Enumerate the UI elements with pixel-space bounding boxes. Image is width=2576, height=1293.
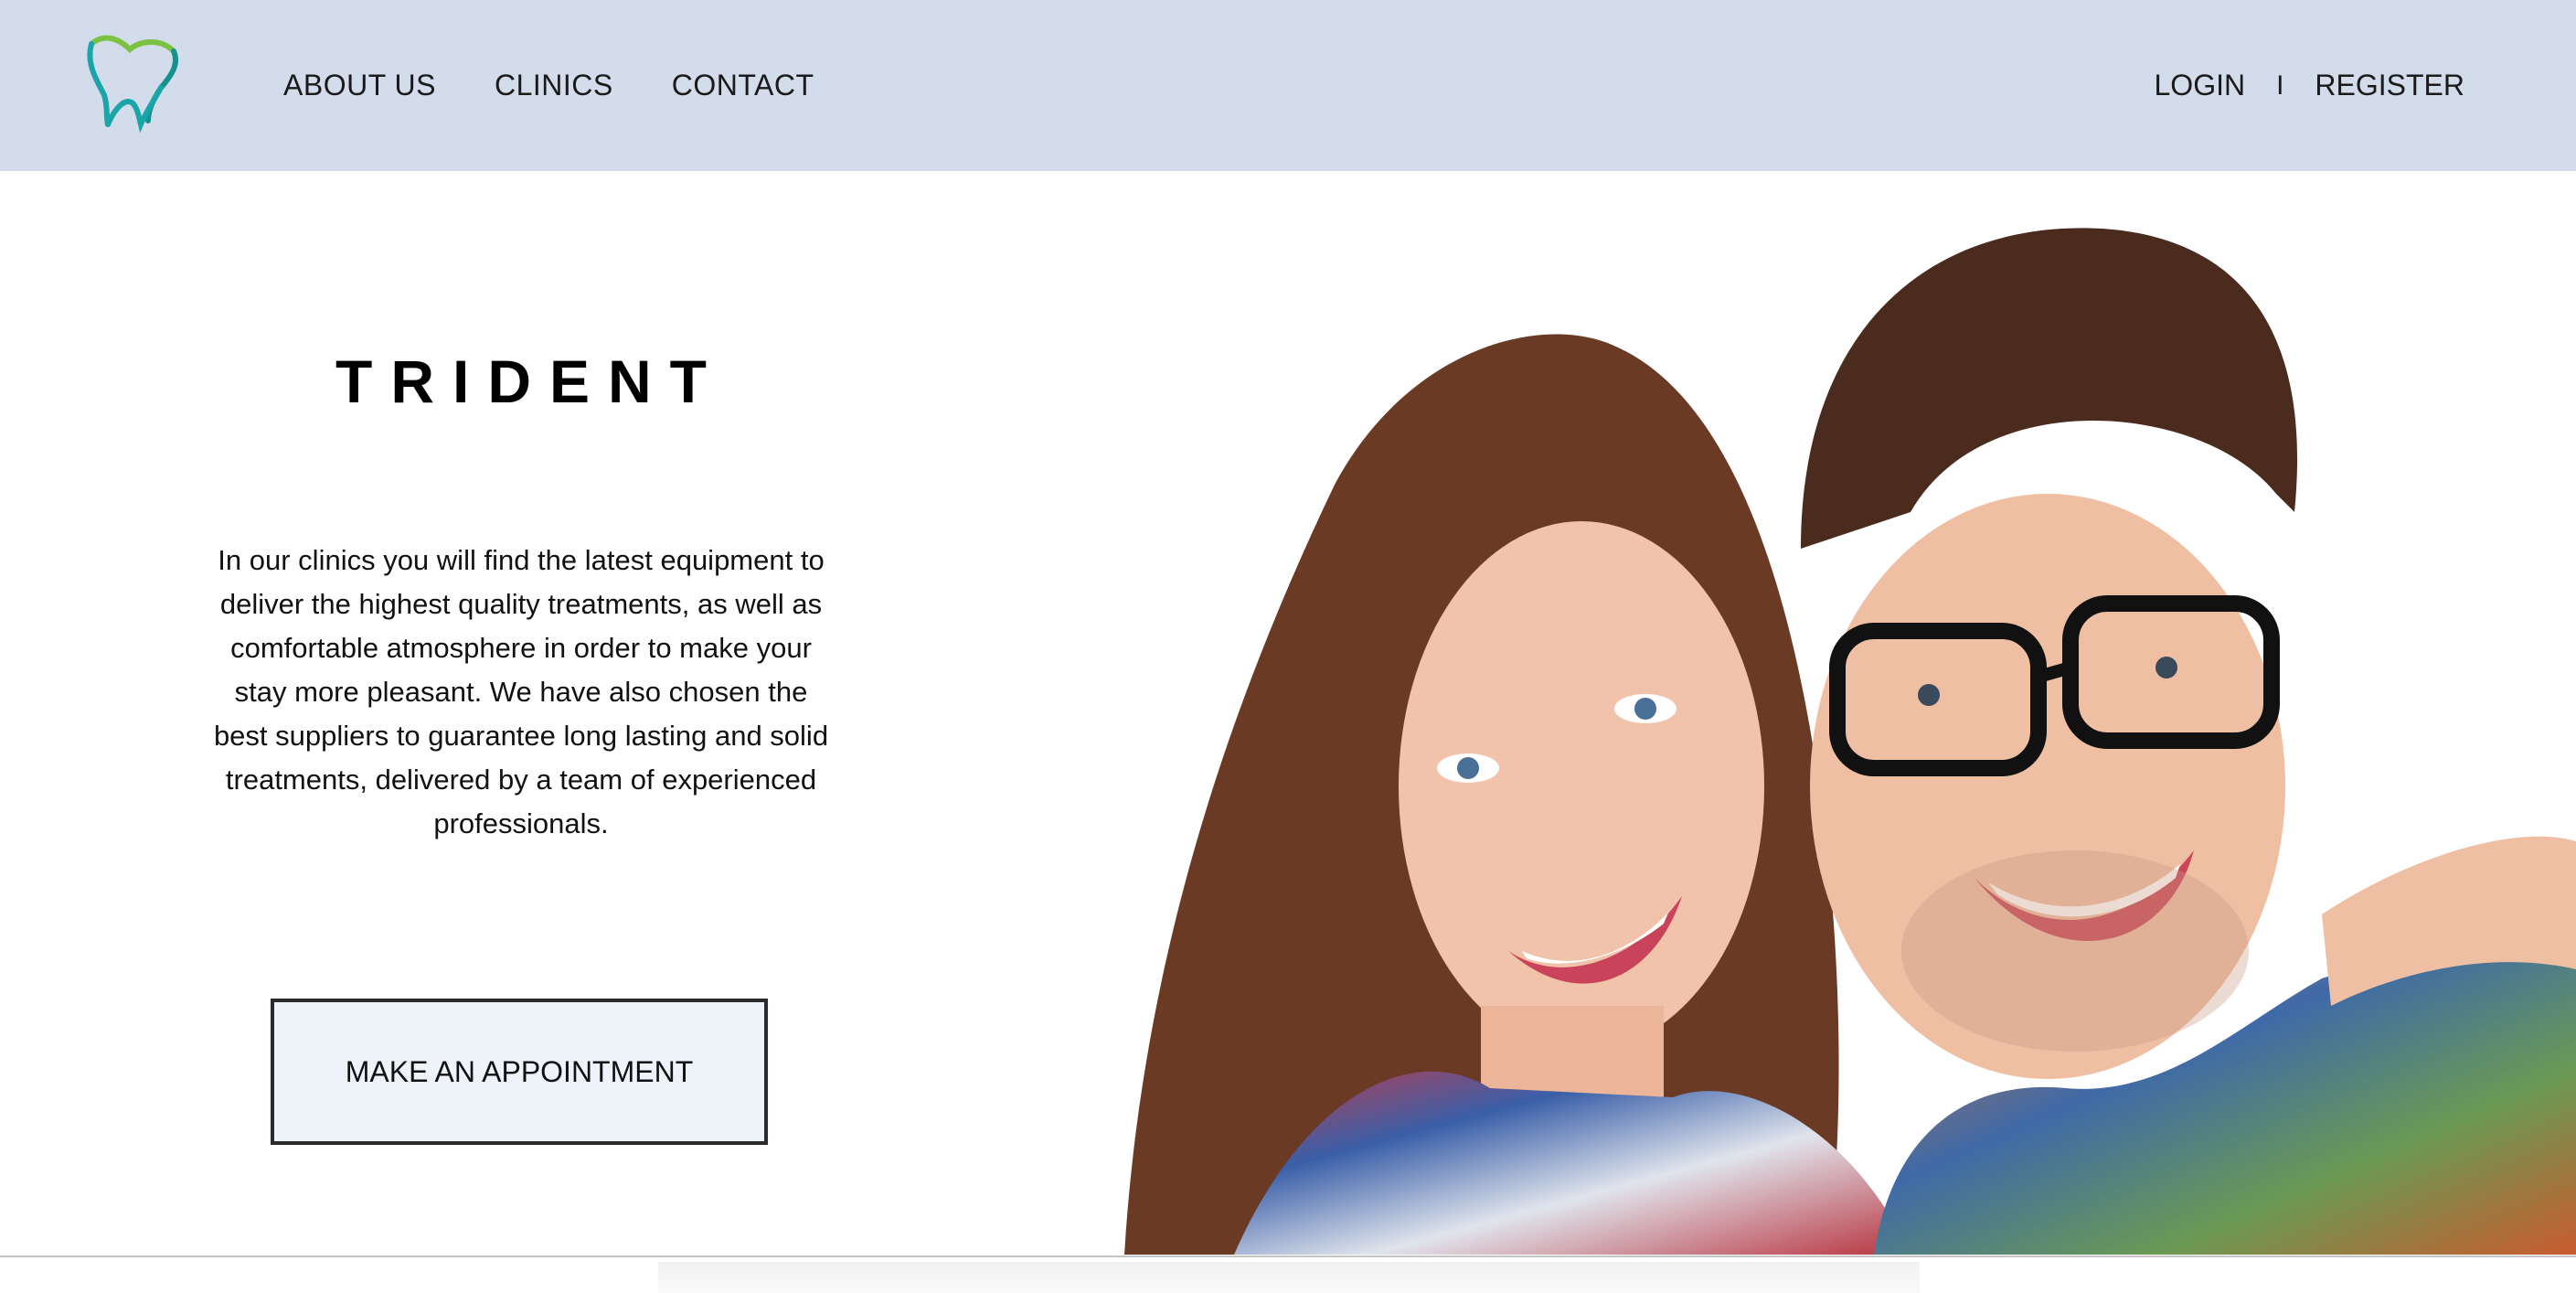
smiling-couple-image	[1124, 228, 2576, 1255]
brand-title: TRIDENT	[335, 347, 725, 415]
login-link[interactable]: LOGIN	[2155, 69, 2246, 102]
register-link[interactable]: REGISTER	[2315, 69, 2464, 102]
auth-separator: I	[2276, 69, 2284, 101]
main-nav: ABOUT US CLINICS CONTACT	[283, 0, 873, 171]
next-section-edge	[658, 1262, 1920, 1293]
auth-links: LOGIN I REGISTER	[2155, 0, 2465, 171]
hero-description: In our clinics you will find the latest …	[213, 544, 829, 839]
make-appointment-button[interactable]: MAKE AN APPOINTMENT	[271, 999, 768, 1145]
tooth-icon	[87, 35, 179, 134]
section-divider	[0, 1256, 2576, 1257]
hero-text-section: TRIDENT In our clinics you will find the…	[201, 171, 841, 1257]
hero-photo	[1106, 219, 2576, 1255]
nav-contact[interactable]: CONTACT	[672, 69, 814, 102]
nav-about-us[interactable]: ABOUT US	[283, 69, 436, 102]
top-navbar: ABOUT US CLINICS CONTACT LOGIN I REGISTE…	[0, 0, 2576, 171]
logo-link[interactable]	[84, 33, 185, 134]
nav-clinics[interactable]: CLINICS	[495, 69, 613, 102]
